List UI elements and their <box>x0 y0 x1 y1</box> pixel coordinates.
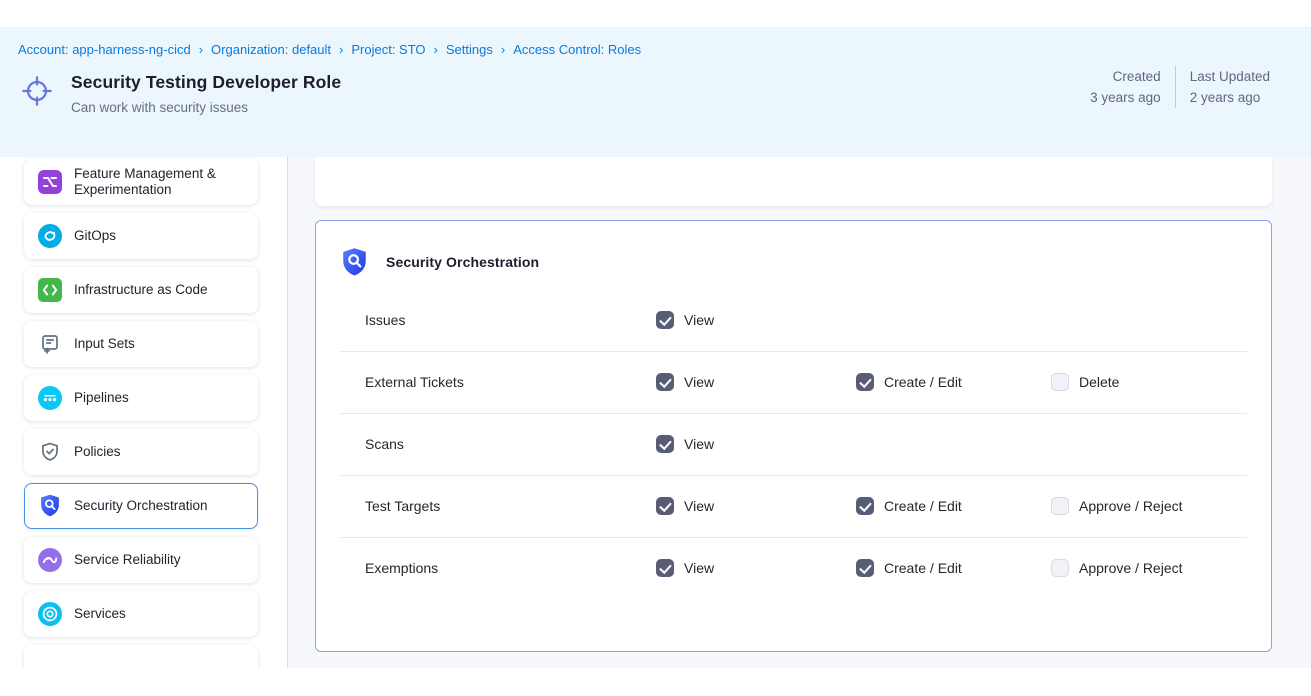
resource-label: Issues <box>365 312 656 328</box>
checkbox-label: Create / Edit <box>884 560 962 576</box>
checkbox-label: Create / Edit <box>884 374 962 390</box>
infrastructure-as-code-icon <box>38 278 62 302</box>
security-shield-search-icon <box>341 247 368 278</box>
service-reliability-icon <box>38 548 62 572</box>
view-checkbox[interactable] <box>656 373 674 391</box>
create-edit-checkbox[interactable] <box>856 373 874 391</box>
sidebar-item-label: Infrastructure as Code <box>74 282 208 298</box>
last-updated-value: 2 years ago <box>1190 87 1270 108</box>
checkbox-label: View <box>684 436 714 452</box>
create-edit-checkbox[interactable] <box>856 497 874 515</box>
checkbox-label: Approve / Reject <box>1079 560 1183 576</box>
sidebar-item-label: Pipelines <box>74 390 129 406</box>
role-meta: Created 3 years ago Last Updated 2 years… <box>1076 66 1270 108</box>
previous-resource-card-clipped <box>315 157 1272 206</box>
sidebar-item-label: GitOps <box>74 228 116 244</box>
target-crosshair-icon <box>20 74 54 108</box>
sidebar-item-service-reliability[interactable]: Service Reliability <box>24 537 258 583</box>
sidebar-item-clipped <box>24 645 258 668</box>
view-checkbox[interactable] <box>656 497 674 515</box>
top-whitespace <box>0 0 1311 27</box>
resource-group-sidebar: Feature Management & Experimentation Git… <box>0 157 288 668</box>
checkbox-label: View <box>684 374 714 390</box>
resource-label: Scans <box>365 436 656 452</box>
breadcrumb-chevron-icon: › <box>434 42 438 57</box>
sidebar-item-pipelines[interactable]: Pipelines <box>24 375 258 421</box>
feature-flags-icon <box>38 170 62 194</box>
sidebar-item-label: Policies <box>74 444 121 460</box>
view-checkbox[interactable] <box>656 559 674 577</box>
page-title: Security Testing Developer Role <box>71 72 341 93</box>
sidebar-item-input-sets[interactable]: Input Sets <box>24 321 258 367</box>
sidebar-item-feature-management[interactable]: Feature Management & Experimentation <box>24 159 258 205</box>
checkbox-label: View <box>684 560 714 576</box>
sidebar-item-label: Security Orchestration <box>74 498 208 514</box>
breadcrumb-settings[interactable]: Settings <box>446 42 493 57</box>
delete-checkbox[interactable] <box>1051 373 1069 391</box>
pipelines-icon <box>38 386 62 410</box>
gitops-icon <box>38 224 62 248</box>
permission-row-test-targets: Test Targets View Create / Edit Approve … <box>316 475 1271 537</box>
breadcrumb-chevron-icon: › <box>199 42 203 57</box>
sidebar-item-label: Feature Management & Experimentation <box>74 166 247 198</box>
breadcrumb: Account: app-harness-ng-cicd › Organizat… <box>18 42 1271 57</box>
checkbox-label: Delete <box>1079 374 1119 390</box>
sidebar-item-gitops[interactable]: GitOps <box>24 213 258 259</box>
policies-shield-check-icon <box>38 440 62 464</box>
breadcrumb-project[interactable]: Project: STO <box>351 42 425 57</box>
checkbox-label: View <box>684 498 714 514</box>
breadcrumb-organization[interactable]: Organization: default <box>211 42 331 57</box>
panel-title: Security Orchestration <box>386 254 539 270</box>
services-bullseye-icon <box>38 602 62 626</box>
bottom-whitespace <box>0 668 1311 696</box>
sidebar-item-infrastructure-as-code[interactable]: Infrastructure as Code <box>24 267 258 313</box>
sidebar-item-label: Input Sets <box>74 336 135 352</box>
permission-row-external-tickets: External Tickets View Create / Edit Dele… <box>316 351 1271 413</box>
permission-row-scans: Scans View <box>316 413 1271 475</box>
created-label: Created <box>1090 66 1161 87</box>
permission-row-exemptions: Exemptions View Create / Edit Approve / … <box>316 537 1271 599</box>
security-orchestration-panel: Security Orchestration Issues View Exter… <box>315 220 1272 652</box>
sidebar-item-label: Services <box>74 606 126 622</box>
sidebar-item-policies[interactable]: Policies <box>24 429 258 475</box>
input-sets-icon <box>38 332 62 356</box>
sidebar-item-label: Service Reliability <box>74 552 181 568</box>
last-updated-label: Last Updated <box>1190 66 1270 87</box>
view-checkbox[interactable] <box>656 311 674 329</box>
checkbox-label: Create / Edit <box>884 498 962 514</box>
create-edit-checkbox[interactable] <box>856 559 874 577</box>
approve-reject-checkbox[interactable] <box>1051 559 1069 577</box>
checkbox-label: View <box>684 312 714 328</box>
page-subtitle: Can work with security issues <box>71 100 341 115</box>
security-shield-search-icon <box>38 494 62 518</box>
breadcrumb-chevron-icon: › <box>339 42 343 57</box>
sidebar-item-services[interactable]: Services <box>24 591 258 637</box>
breadcrumb-chevron-icon: › <box>501 42 505 57</box>
breadcrumb-account[interactable]: Account: app-harness-ng-cicd <box>18 42 191 57</box>
resource-label: External Tickets <box>365 374 656 390</box>
approve-reject-checkbox[interactable] <box>1051 497 1069 515</box>
created-value: 3 years ago <box>1090 87 1161 108</box>
view-checkbox[interactable] <box>656 435 674 453</box>
page-header: Account: app-harness-ng-cicd › Organizat… <box>0 27 1311 157</box>
breadcrumb-access-control-roles[interactable]: Access Control: Roles <box>513 42 641 57</box>
resource-label: Exemptions <box>365 560 656 576</box>
permission-row-issues: Issues View <box>316 289 1271 351</box>
sidebar-item-security-orchestration[interactable]: Security Orchestration <box>24 483 258 529</box>
resource-label: Test Targets <box>365 498 656 514</box>
checkbox-label: Approve / Reject <box>1079 498 1183 514</box>
permissions-main-area: Security Orchestration Issues View Exter… <box>288 157 1311 668</box>
